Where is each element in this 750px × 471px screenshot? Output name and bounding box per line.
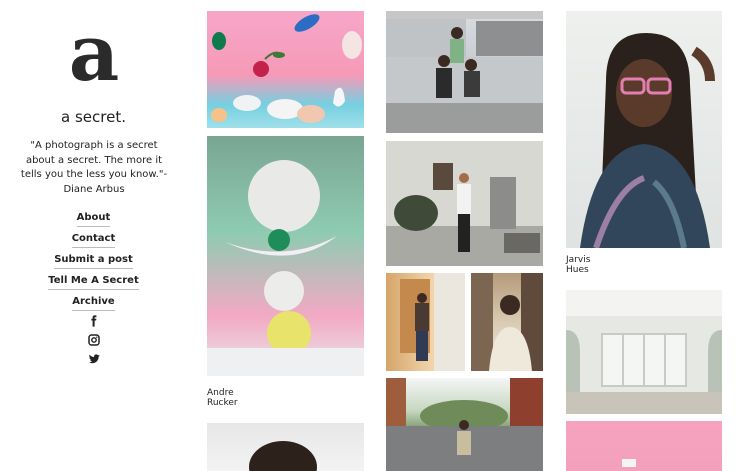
- blog-logo[interactable]: a: [58, 14, 130, 94]
- post-stacked-fruit-photo[interactable]: [207, 136, 364, 376]
- post-street-officer-photo[interactable]: [386, 378, 543, 471]
- post-doorway-photo[interactable]: [386, 273, 465, 371]
- nav-submit-link[interactable]: Submit a post: [54, 253, 133, 269]
- nav-about-link[interactable]: About: [76, 211, 111, 227]
- sidebar: a a secret. "A photograph is a secret ab…: [0, 0, 187, 471]
- post-empty-room-photo[interactable]: [566, 290, 722, 414]
- blog-title[interactable]: a secret.: [0, 108, 187, 126]
- nav-menu: About Contact Submit a post Tell Me A Se…: [0, 211, 187, 316]
- post-portrait-photo[interactable]: [207, 423, 364, 471]
- blog-description: "A photograph is a secret about a secret…: [20, 140, 168, 195]
- post-caption-andre: Andre Rucker: [207, 388, 238, 408]
- post-candy-photo[interactable]: [207, 11, 364, 128]
- nav-archive-link[interactable]: Archive: [72, 295, 115, 311]
- facebook-icon[interactable]: [88, 315, 100, 327]
- social-links: [0, 315, 187, 372]
- post-hallway-photo[interactable]: [386, 141, 543, 266]
- instagram-icon[interactable]: [87, 334, 100, 346]
- nav-tell-secret-link[interactable]: Tell Me A Secret: [48, 274, 139, 290]
- post-caption-jarvis: Jarvis Hues: [566, 255, 591, 275]
- post-young-man-photo[interactable]: [471, 273, 543, 371]
- nav-contact-link[interactable]: Contact: [71, 232, 116, 248]
- post-pink-scene-photo[interactable]: [566, 421, 722, 471]
- post-jarvis-portrait-photo[interactable]: [566, 11, 722, 248]
- post-gas-station-photo[interactable]: [386, 11, 543, 133]
- twitter-icon[interactable]: [88, 353, 100, 365]
